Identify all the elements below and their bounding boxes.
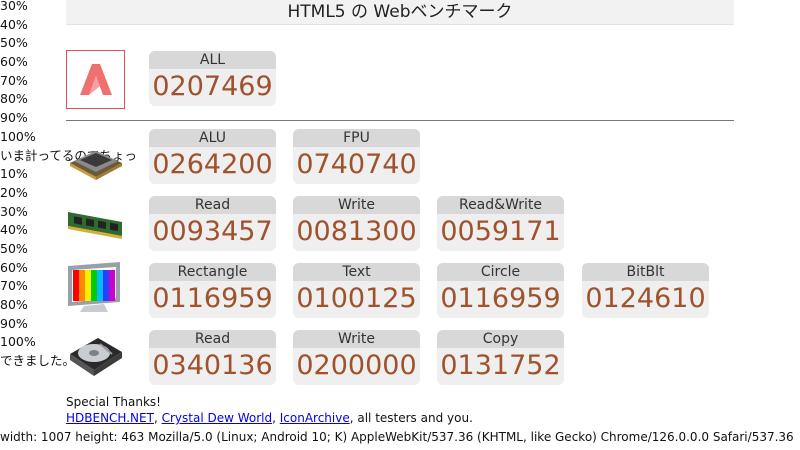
score-label: Circle <box>437 263 564 281</box>
score-value: 0093457 <box>152 216 273 247</box>
score-label: Read <box>149 196 276 214</box>
user-agent-info: width: 1007 height: 463 Mozilla/5.0 (Lin… <box>0 430 794 444</box>
credits: Special Thanks! HDBENCH.NET, Crystal Dew… <box>66 394 473 426</box>
score-label: FPU <box>293 129 420 147</box>
score-value: 0116959 <box>152 283 273 314</box>
score-label: Read&Write <box>437 196 564 214</box>
app-logo-icon <box>66 50 125 109</box>
credits-heading: Special Thanks! <box>66 395 161 409</box>
score-value: 0116959 <box>440 283 561 314</box>
score-label: Write <box>293 196 420 214</box>
overall-score-card: ALL 0207469 <box>149 51 276 106</box>
score-value: 0200000 <box>296 350 417 381</box>
score-label: Text <box>293 263 420 281</box>
score-value: 0059171 <box>440 216 561 247</box>
hard-disk-icon <box>66 330 124 382</box>
fpu-score-card: FPU 0740740 <box>293 129 420 184</box>
storage-write-score-card: Write 0200000 <box>293 330 420 385</box>
crystal-dew-world-link[interactable]: Crystal Dew World <box>162 411 273 425</box>
section-divider <box>66 120 734 121</box>
score-label: ALL <box>149 51 276 69</box>
score-label: Write <box>293 330 420 348</box>
score-label: Read <box>149 330 276 348</box>
score-label: Copy <box>437 330 564 348</box>
score-label: Rectangle <box>149 263 276 281</box>
score-value: 0207469 <box>152 71 273 102</box>
score-value: 0081300 <box>296 216 417 247</box>
ram-module-icon <box>66 198 124 250</box>
score-label: BitBlt <box>582 263 709 281</box>
memory-read-score-card: Read 0093457 <box>149 196 276 251</box>
graphics-bitblt-score-card: BitBlt 0124610 <box>582 263 709 318</box>
monitor-color-bars-icon <box>66 262 124 314</box>
score-value: 0100125 <box>296 283 417 314</box>
credits-suffix: , all testers and you. <box>349 411 473 425</box>
graphics-text-score-card: Text 0100125 <box>293 263 420 318</box>
graphics-circle-score-card: Circle 0116959 <box>437 263 564 318</box>
memory-write-score-card: Write 0081300 <box>293 196 420 251</box>
score-label: ALU <box>149 129 276 147</box>
alu-score-card: ALU 0264200 <box>149 129 276 184</box>
credits-separator: , <box>153 411 162 425</box>
graphics-rectangle-score-card: Rectangle 0116959 <box>149 263 276 318</box>
score-value: 0131752 <box>440 350 561 381</box>
hdbench-link[interactable]: HDBENCH.NET <box>66 411 154 425</box>
page-title: HTML5 の Webベンチマーク <box>66 0 734 25</box>
log-line: 90% <box>0 110 28 126</box>
memory-readwrite-score-card: Read&Write 0059171 <box>437 196 564 251</box>
score-value: 0124610 <box>585 283 706 314</box>
credits-separator: , <box>272 411 280 425</box>
credits-line: HDBENCH.NET, Crystal Dew World, IconArch… <box>66 410 473 426</box>
storage-copy-score-card: Copy 0131752 <box>437 330 564 385</box>
score-value: 0264200 <box>152 149 273 180</box>
score-value: 0340136 <box>152 350 273 381</box>
storage-read-score-card: Read 0340136 <box>149 330 276 385</box>
score-value: 0740740 <box>296 149 417 180</box>
cpu-chip-icon <box>66 133 124 185</box>
iconarchive-link[interactable]: IconArchive <box>280 411 350 425</box>
